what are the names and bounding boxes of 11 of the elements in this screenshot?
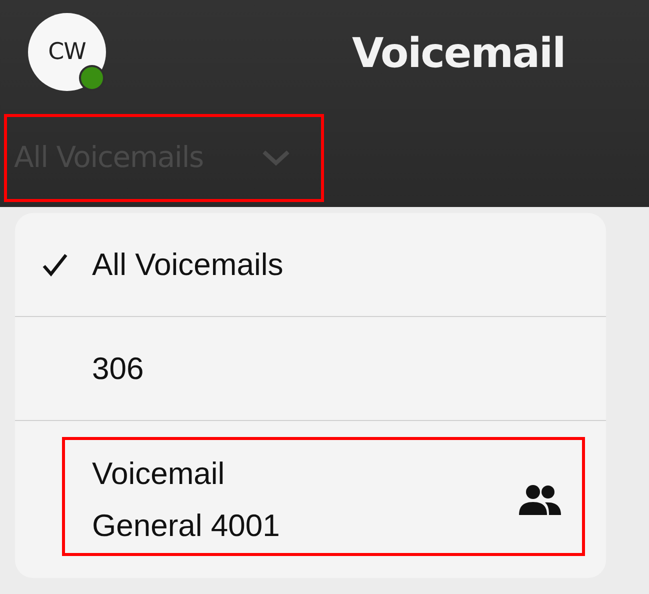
item-label: Voicemail xyxy=(92,454,226,492)
item-label: All Voicemails xyxy=(92,246,284,284)
chevron-down-icon xyxy=(261,149,291,167)
menu-item[interactable]: All Voicemails xyxy=(15,213,606,316)
menu-item[interactable]: Voicemail General 4001 xyxy=(15,421,606,578)
item-label: General 4001 xyxy=(92,506,280,544)
menu-item[interactable]: 306 xyxy=(15,317,606,420)
avatar-initials: CW xyxy=(48,38,86,67)
page-title: Voicemail xyxy=(352,33,566,74)
item-label: 306 xyxy=(92,350,144,388)
user-avatar[interactable]: CW xyxy=(28,13,106,91)
